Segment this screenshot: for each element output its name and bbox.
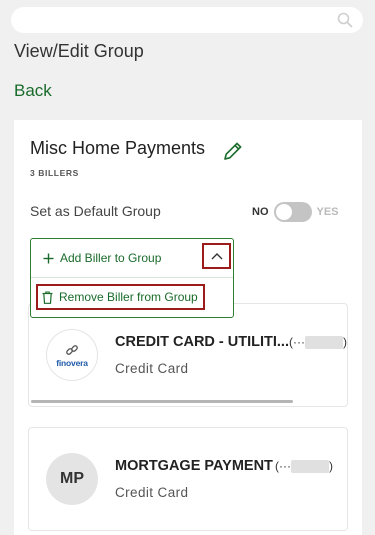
- biller-card[interactable]: MP MORTGAGE PAYMENT (···) Credit Card: [28, 427, 348, 531]
- plus-icon: [43, 253, 54, 263]
- search-icon[interactable]: [337, 12, 353, 28]
- account-prefix: (···: [289, 335, 305, 349]
- link-icon: [66, 344, 78, 355]
- account-mask: [304, 335, 343, 349]
- remove-biller-button[interactable]: Remove Biller from Group: [36, 284, 205, 310]
- account-suffix: ): [328, 459, 333, 473]
- page-title: View/Edit Group: [14, 41, 144, 61]
- default-group-toggle-wrap: NO YES: [252, 201, 339, 223]
- remove-biller-label: Remove Biller from Group: [59, 290, 198, 304]
- billers-count: 3 BILLERS: [30, 168, 79, 178]
- trash-icon: [42, 290, 53, 304]
- group-name: Misc Home Payments: [30, 138, 206, 158]
- biller-logo: finovera: [46, 329, 98, 381]
- pencil-icon[interactable]: [222, 140, 244, 162]
- horizontal-scrollbar[interactable]: [31, 400, 293, 403]
- menu-divider: [31, 277, 233, 278]
- biller-card[interactable]: finovera CREDIT CARD - UTILITI... (···) …: [28, 303, 348, 407]
- add-biller-label: Add Biller to Group: [60, 251, 162, 265]
- account-suffix: ): [342, 335, 347, 349]
- biller-logo-text: finovera: [56, 357, 88, 368]
- account-prefix: (···: [275, 459, 291, 473]
- add-biller-button[interactable]: Add Biller to Group: [43, 251, 161, 265]
- toggle-knob: [275, 204, 292, 220]
- biller-name: CREDIT CARD - UTILITI...: [115, 334, 289, 350]
- account-mask: [290, 459, 329, 473]
- biller-type: Credit Card: [115, 361, 189, 376]
- default-group-toggle[interactable]: [273, 202, 312, 222]
- toggle-yes-label: YES: [316, 206, 339, 218]
- biller-account: (···): [289, 335, 347, 349]
- back-link[interactable]: Back: [14, 81, 52, 101]
- biller-name: MORTGAGE PAYMENT: [115, 458, 273, 474]
- toggle-no-label: NO: [252, 206, 269, 218]
- chevron-up-icon: [211, 253, 222, 260]
- default-group-label: Set as Default Group: [30, 203, 161, 219]
- biller-type: Credit Card: [115, 485, 189, 500]
- biller-avatar: MP: [46, 453, 98, 505]
- biller-account: (···): [275, 459, 333, 473]
- group-actions-menu: Add Biller to Group Remove Biller from G…: [30, 238, 234, 318]
- group-card: Misc Home Payments 3 BILLERS Set as Defa…: [14, 120, 362, 535]
- collapse-menu-button[interactable]: [202, 243, 231, 269]
- search-bar[interactable]: [11, 7, 363, 33]
